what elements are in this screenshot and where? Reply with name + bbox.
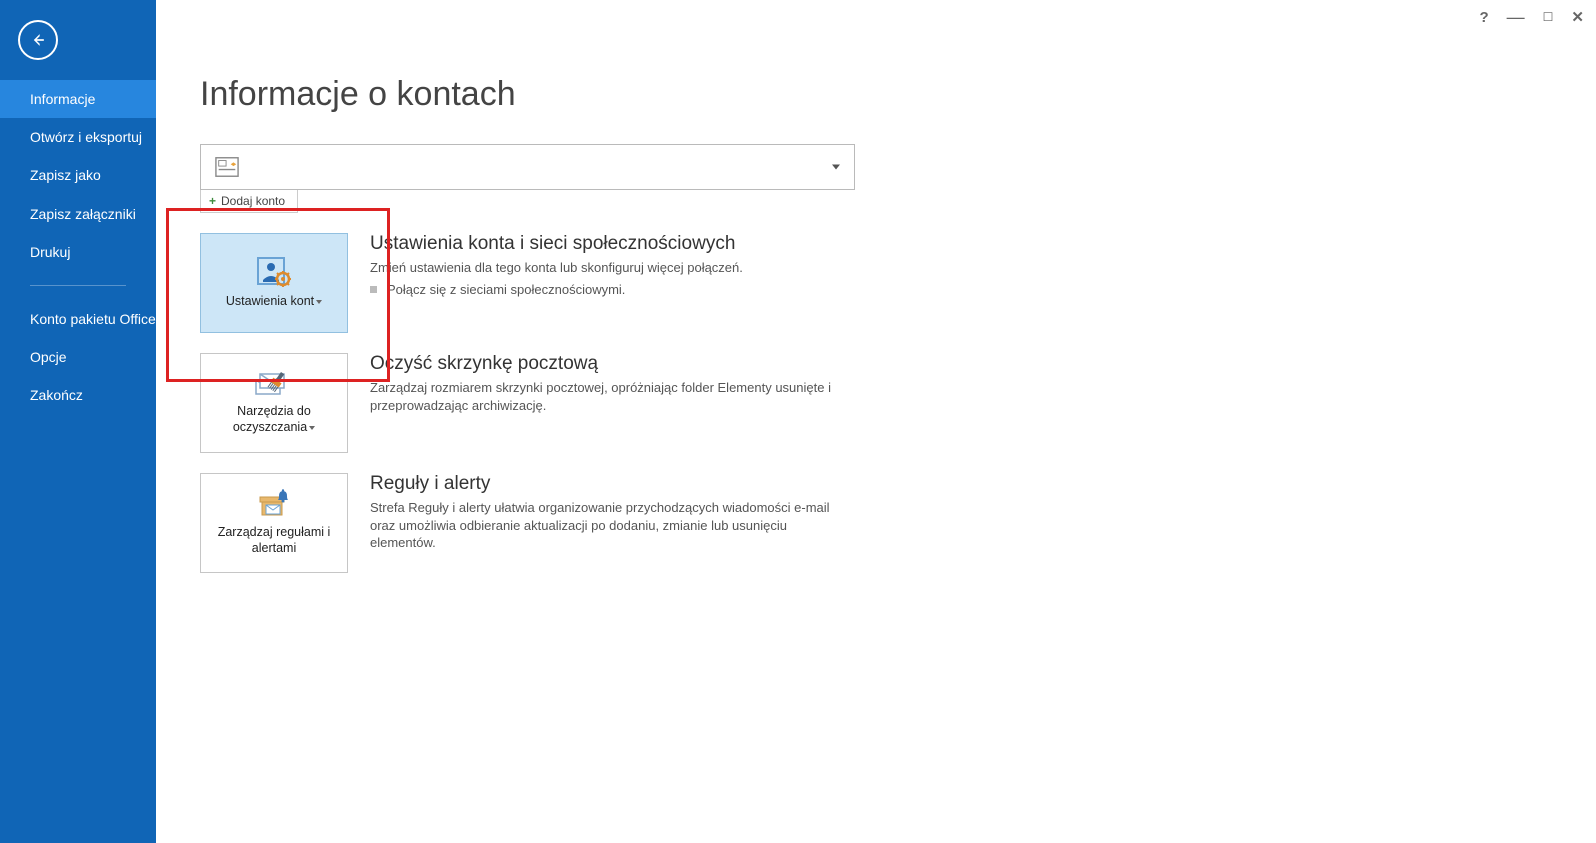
sidebar-item-label: Otwórz i eksportuj bbox=[30, 129, 142, 145]
sidebar-item-informacje[interactable]: Informacje bbox=[0, 80, 156, 118]
section-account-settings: Ustawienia kont Ustawienia konta i sieci… bbox=[200, 233, 1400, 333]
sidebar-item-drukuj[interactable]: Drukuj bbox=[0, 233, 156, 271]
sidebar-item-label: Opcje bbox=[30, 349, 67, 365]
sidebar-item-opcje[interactable]: Opcje bbox=[0, 338, 156, 376]
content-area: Informacje o kontach + Dodaj konto Ustaw… bbox=[200, 75, 1400, 573]
account-dropdown[interactable] bbox=[200, 144, 855, 190]
help-button[interactable]: ? bbox=[1479, 9, 1488, 26]
close-button[interactable]: ✕ bbox=[1571, 8, 1584, 26]
sidebar-item-label: Zakończ bbox=[30, 387, 83, 403]
rules-alerts-button[interactable]: Zarządzaj regułami i alertami bbox=[200, 473, 348, 573]
chevron-down-icon bbox=[309, 426, 315, 430]
sidebar-item-zapisz-jako[interactable]: Zapisz jako bbox=[0, 156, 156, 194]
bullet-text: Połącz się z sieciami społecznościowymi. bbox=[387, 282, 625, 297]
section-text: Oczyść skrzynkę pocztową Zarządzaj rozmi… bbox=[370, 353, 850, 414]
sidebar-item-label: Informacje bbox=[30, 91, 95, 107]
section-desc: Zarządzaj rozmiarem skrzynki pocztowej, … bbox=[370, 379, 850, 414]
sidebar-item-label: Drukuj bbox=[30, 244, 70, 260]
section-rules-alerts: Zarządzaj regułami i alertami Reguły i a… bbox=[200, 473, 1400, 573]
sidebar-item-label: Konto pakietu Office bbox=[30, 311, 156, 327]
button-label: Zarządzaj regułami i alertami bbox=[209, 525, 339, 556]
plus-icon: + bbox=[209, 194, 216, 208]
rules-bell-icon bbox=[256, 489, 292, 519]
sidebar-item-zapisz-zalaczniki[interactable]: Zapisz załączniki bbox=[0, 195, 156, 233]
sidebar-item-zakoncz[interactable]: Zakończ bbox=[0, 376, 156, 414]
add-account-button[interactable]: + Dodaj konto bbox=[200, 189, 298, 213]
mailbox-cleanup-icon bbox=[254, 370, 294, 398]
maximize-button[interactable]: ☐ bbox=[1543, 10, 1554, 24]
chevron-down-icon bbox=[832, 165, 840, 170]
add-account-label: Dodaj konto bbox=[221, 194, 285, 208]
chevron-down-icon bbox=[316, 300, 322, 304]
section-desc: Strefa Reguły i alerty ułatwia organizow… bbox=[370, 499, 850, 552]
section-heading: Ustawienia konta i sieci społecznościowy… bbox=[370, 233, 743, 255]
section-cleanup: Narzędzia do oczyszczania Oczyść skrzynk… bbox=[200, 353, 1400, 453]
section-desc: Zmień ustawienia dla tego konta lub skon… bbox=[370, 259, 743, 277]
backstage-sidebar: Informacje Otwórz i eksportuj Zapisz jak… bbox=[0, 0, 156, 843]
sidebar-item-label: Zapisz jako bbox=[30, 167, 101, 183]
button-label: Narzędzia do oczyszczania bbox=[209, 404, 339, 435]
button-label: Ustawienia kont bbox=[226, 294, 322, 310]
window-controls: ? — ☐ ✕ bbox=[1479, 8, 1584, 26]
account-card-icon bbox=[215, 156, 239, 178]
arrow-left-icon bbox=[28, 30, 48, 50]
section-heading: Reguły i alerty bbox=[370, 473, 850, 495]
section-text: Reguły i alerty Strefa Reguły i alerty u… bbox=[370, 473, 850, 552]
bullet-icon bbox=[370, 286, 377, 293]
sidebar-divider bbox=[30, 285, 126, 286]
section-heading: Oczyść skrzynkę pocztową bbox=[370, 353, 850, 375]
cleanup-tools-button[interactable]: Narzędzia do oczyszczania bbox=[200, 353, 348, 453]
bullet-item: Połącz się z sieciami społecznościowymi. bbox=[370, 282, 743, 297]
minimize-button[interactable]: — bbox=[1507, 13, 1525, 21]
back-button[interactable] bbox=[18, 20, 58, 60]
page-title: Informacje o kontach bbox=[200, 75, 1400, 114]
sidebar-item-konto-office[interactable]: Konto pakietu Office bbox=[0, 300, 156, 338]
account-settings-button[interactable]: Ustawienia kont bbox=[200, 233, 348, 333]
contact-gear-icon bbox=[256, 256, 292, 288]
section-text: Ustawienia konta i sieci społecznościowy… bbox=[370, 233, 743, 297]
sidebar-item-otworz-eksportuj[interactable]: Otwórz i eksportuj bbox=[0, 118, 156, 156]
sidebar-item-label: Zapisz załączniki bbox=[30, 206, 136, 222]
